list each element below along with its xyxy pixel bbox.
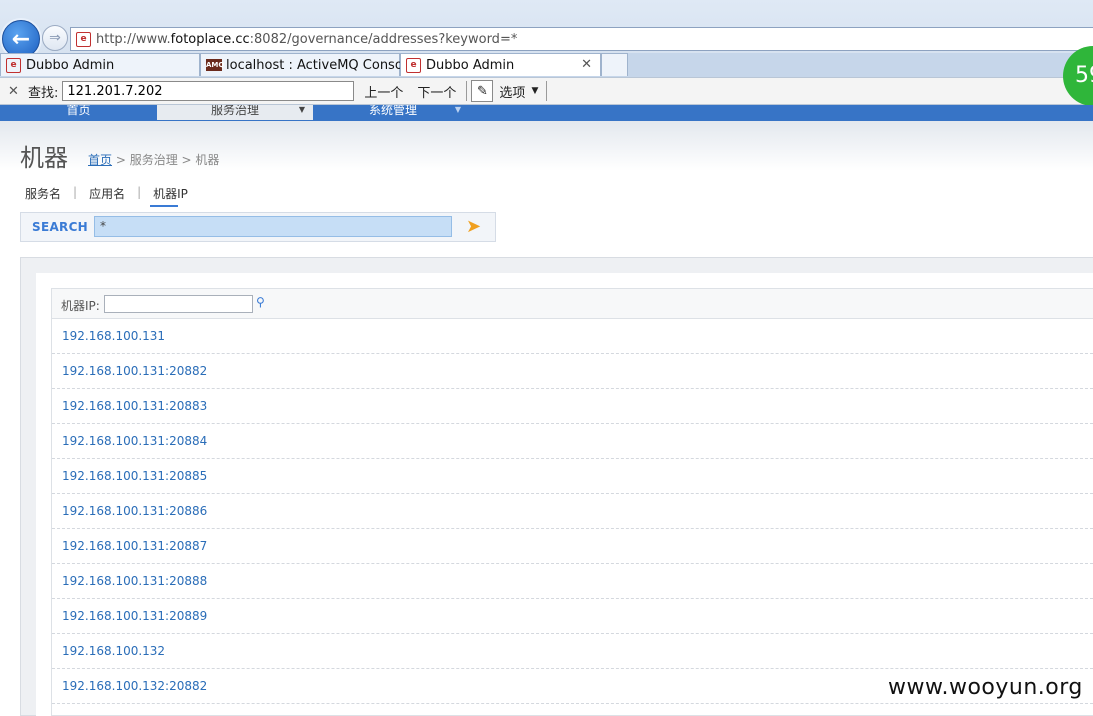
tab-label: Dubbo Admin [426, 57, 515, 73]
tab-label: Dubbo Admin [26, 57, 115, 73]
dropdown-caret-icon[interactable]: ▼ [531, 86, 538, 96]
nav-item-governance[interactable]: 服务治理 ▼ [157, 105, 313, 120]
address-bar[interactable]: e http://www.fotoplace.cc:8082/governanc… [70, 27, 1093, 51]
activemq-favicon-icon: AMQ [206, 59, 225, 71]
search-label: SEARCH [32, 220, 89, 234]
table-row: 192.168.100.131:20888 [52, 564, 1093, 599]
tab-label: localhost : ActiveMQ Console [226, 57, 415, 73]
subtab-app-name[interactable]: 应用名 [89, 185, 125, 202]
address-link[interactable]: 192.168.100.131:20887 [62, 539, 207, 553]
address-link[interactable]: 192.168.100.131:20882 [62, 364, 207, 378]
filter-input[interactable] [104, 295, 253, 313]
table-row: 192.168.100.131:20886 [52, 494, 1093, 529]
new-tab-button[interactable] [601, 53, 628, 76]
divider: | [137, 185, 142, 199]
url-text: http://www.fotoplace.cc:8082/governance/… [96, 31, 518, 47]
nav-label: 首页 [66, 105, 91, 117]
find-next-button[interactable]: 下一个 [417, 82, 456, 101]
tab-dubbo-admin-2[interactable]: e Dubbo Admin ✕ [400, 53, 601, 76]
nav-item-system[interactable]: 系统管理 ▼ [313, 105, 473, 120]
back-arrow-icon: ← [11, 26, 31, 52]
table-row: 192.168.100.131:20889 [52, 599, 1093, 634]
close-icon[interactable]: ✕ [581, 57, 592, 72]
nav-item-home[interactable]: 首页 [0, 105, 157, 120]
address-link[interactable]: 192.168.100.131:20889 [62, 609, 207, 623]
dropdown-caret-icon: ▼ [454, 105, 461, 114]
subtab-machine-ip[interactable]: 机器IP [150, 185, 188, 207]
address-link[interactable]: 192.168.100.131:20888 [62, 574, 207, 588]
highlight-pen-icon[interactable]: ✎ [471, 80, 494, 102]
page-favicon-icon: e [76, 31, 91, 47]
divider: | [73, 185, 78, 199]
tab-dubbo-admin-1[interactable]: e Dubbo Admin [0, 53, 200, 76]
table-row: 192.168.100.131:20882 [52, 354, 1093, 389]
forward-button[interactable]: ⇒ [42, 25, 68, 51]
forward-arrow-icon: ⇒ [49, 30, 61, 46]
dropdown-caret-icon: ▼ [298, 105, 305, 114]
magnifier-icon[interactable]: ⚲ [256, 295, 265, 309]
find-options-button[interactable]: 选项 [499, 82, 525, 101]
subtab-label: 机器IP [153, 187, 188, 201]
table-row: 192.168.100.131:20884 [52, 424, 1093, 459]
page-title: 机器 [20, 144, 68, 172]
divider [546, 81, 548, 101]
close-icon[interactable]: ✕ [8, 84, 22, 99]
table-row: 192.168.100.131:20885 [52, 459, 1093, 494]
subtab-service-name[interactable]: 服务名 [25, 185, 61, 202]
filter-label: 机器IP: [61, 299, 100, 313]
filter-row: 机器IP: ⚲ [52, 289, 1093, 319]
nav-label: 服务治理 [210, 105, 259, 117]
find-input[interactable] [62, 81, 355, 101]
go-arrow-icon[interactable]: ➤ [466, 218, 481, 236]
address-link[interactable]: 192.168.100.131:20886 [62, 504, 207, 518]
address-link[interactable]: 192.168.100.131 [62, 329, 165, 343]
divider [466, 81, 468, 101]
find-label: 查找: [28, 85, 59, 101]
sub-tabs: 服务名 | 应用名 | 机器IP [25, 185, 188, 207]
address-link[interactable]: 192.168.100.131:20884 [62, 434, 207, 448]
address-link[interactable]: 192.168.100.131:20885 [62, 469, 207, 483]
table-row: 192.168.100.131 [52, 319, 1093, 354]
find-bar: ✕ 查找: 上一个 下一个 ✎ 选项 ▼ [0, 77, 1093, 105]
table-row: 192.168.100.131:20883 [52, 389, 1093, 424]
page-favicon-icon: e [406, 57, 421, 73]
tab-activemq-console[interactable]: AMQ localhost : ActiveMQ Console [200, 53, 414, 76]
breadcrumb: 首页 > 服务治理 > 机器 [88, 151, 219, 168]
main-nav: 首页 服务治理 ▼ 系统管理 ▼ [0, 105, 1093, 121]
address-list: 192.168.100.131 192.168.100.131:20882 19… [52, 319, 1093, 704]
address-link[interactable]: 192.168.100.132:20882 [62, 679, 207, 693]
active-indicator [150, 205, 179, 207]
find-previous-button[interactable]: 上一个 [364, 82, 403, 101]
table-row: 192.168.100.131:20887 [52, 529, 1093, 564]
breadcrumb-home-link[interactable]: 首页 [88, 153, 112, 167]
page-favicon-icon: e [6, 57, 21, 73]
table-row: 192.168.100.132 [52, 634, 1093, 669]
breadcrumb-path: > 服务治理 > 机器 [112, 153, 220, 167]
address-link[interactable]: 192.168.100.132 [62, 644, 165, 658]
address-link[interactable]: 192.168.100.131:20883 [62, 399, 207, 413]
search-input[interactable]: * [94, 216, 452, 237]
nav-label: 系统管理 [368, 105, 417, 117]
watermark: www.wooyun.org [888, 675, 1083, 700]
